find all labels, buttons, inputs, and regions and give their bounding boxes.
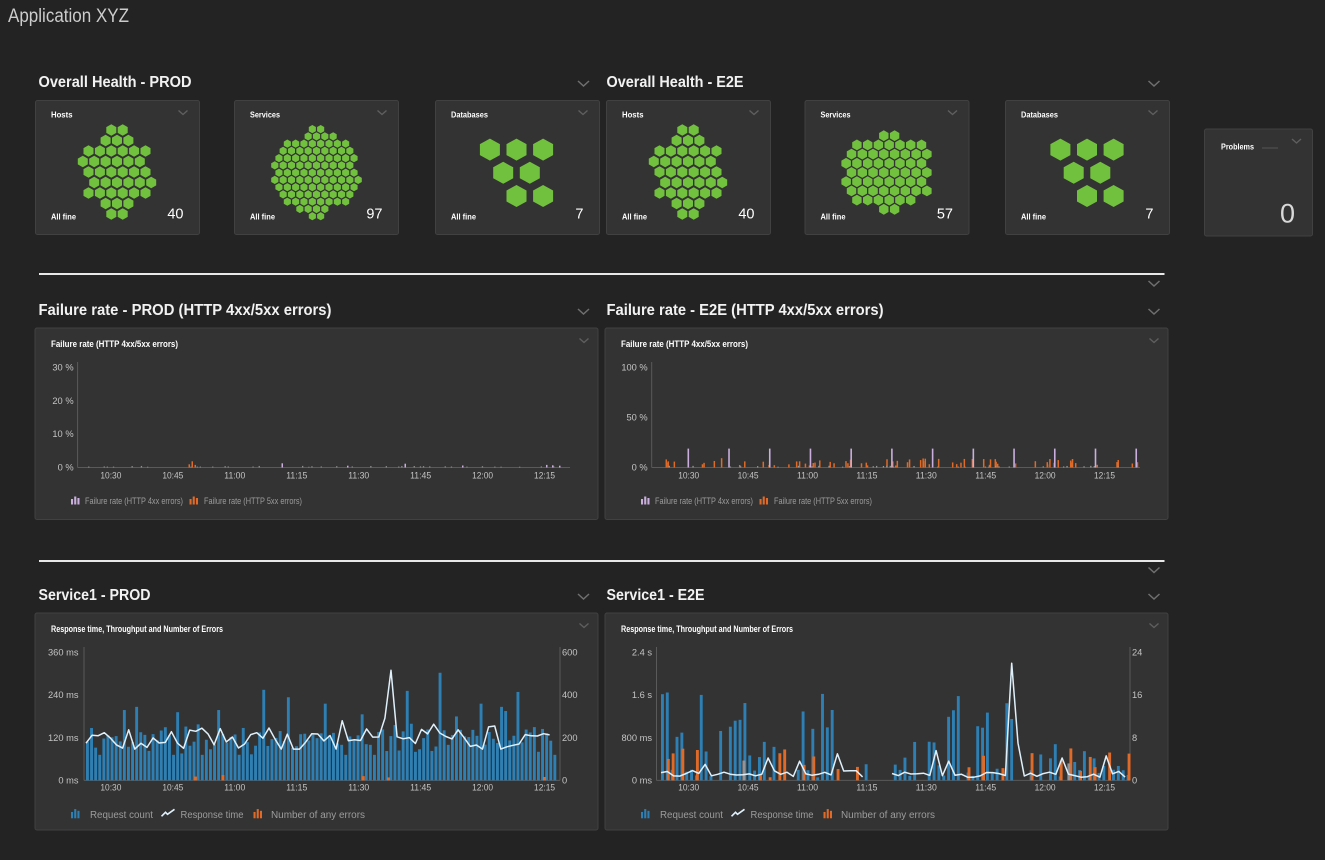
- svg-text:Request count: Request count: [90, 810, 153, 821]
- svg-text:800 ms: 800 ms: [622, 733, 653, 743]
- svg-text:10:45: 10:45: [738, 471, 759, 481]
- svg-text:Service1 - PROD: Service1 - PROD: [39, 587, 151, 604]
- svg-text:12:15: 12:15: [1094, 783, 1115, 793]
- svg-text:12:15: 12:15: [534, 471, 555, 481]
- svg-text:16: 16: [1132, 690, 1142, 700]
- svg-text:57: 57: [937, 207, 953, 223]
- svg-text:Services: Services: [250, 110, 280, 120]
- svg-text:11:00: 11:00: [797, 471, 818, 481]
- svg-text:360 ms: 360 ms: [48, 648, 79, 658]
- svg-text:7: 7: [575, 207, 583, 223]
- svg-text:11:15: 11:15: [286, 471, 307, 481]
- svg-text:12:00: 12:00: [472, 783, 493, 793]
- svg-text:Hosts: Hosts: [622, 110, 644, 120]
- svg-text:12:15: 12:15: [534, 783, 555, 793]
- svg-text:10:45: 10:45: [162, 783, 183, 793]
- svg-text:10:30: 10:30: [100, 783, 121, 793]
- svg-text:11:00: 11:00: [224, 471, 245, 481]
- svg-text:11:15: 11:15: [286, 783, 307, 793]
- svg-text:All fine: All fine: [51, 212, 76, 222]
- svg-text:0: 0: [562, 775, 567, 785]
- svg-text:Service1 - E2E: Service1 - E2E: [607, 587, 705, 604]
- svg-text:Number of any errors: Number of any errors: [271, 810, 365, 821]
- svg-text:Response time: Response time: [181, 810, 245, 821]
- svg-text:11:15: 11:15: [856, 471, 877, 481]
- svg-text:11:45: 11:45: [975, 471, 996, 481]
- svg-text:7: 7: [1145, 207, 1153, 223]
- svg-text:2.4 s: 2.4 s: [632, 648, 653, 658]
- svg-text:All fine: All fine: [821, 212, 846, 222]
- svg-text:11:30: 11:30: [348, 471, 369, 481]
- svg-text:200: 200: [562, 733, 578, 743]
- svg-text:400: 400: [562, 690, 578, 700]
- svg-text:97: 97: [366, 207, 382, 223]
- svg-text:11:30: 11:30: [916, 783, 937, 793]
- svg-text:600: 600: [562, 648, 578, 658]
- svg-text:All fine: All fine: [451, 212, 476, 222]
- svg-text:Response time, Throughput and: Response time, Throughput and Number of …: [621, 624, 793, 634]
- svg-text:Databases: Databases: [451, 110, 488, 120]
- svg-text:All fine: All fine: [1021, 212, 1046, 222]
- svg-text:Failure rate (HTTP 5xx errors): Failure rate (HTTP 5xx errors): [774, 496, 872, 507]
- svg-text:Overall Health - PROD: Overall Health - PROD: [39, 74, 192, 91]
- svg-text:10:30: 10:30: [678, 471, 699, 481]
- svg-text:10:45: 10:45: [738, 783, 759, 793]
- svg-text:0 ms: 0 ms: [58, 775, 78, 785]
- svg-text:11:00: 11:00: [224, 783, 245, 793]
- svg-text:40: 40: [167, 207, 183, 223]
- svg-text:Databases: Databases: [1021, 110, 1058, 120]
- svg-text:Failure rate (HTTP 5xx errors): Failure rate (HTTP 5xx errors): [204, 496, 302, 507]
- svg-text:Number of any errors: Number of any errors: [841, 810, 935, 821]
- svg-text:8: 8: [1132, 733, 1137, 743]
- svg-text:10:45: 10:45: [162, 471, 183, 481]
- svg-text:11:00: 11:00: [797, 783, 818, 793]
- svg-text:10:30: 10:30: [678, 783, 699, 793]
- svg-text:Services: Services: [821, 110, 851, 120]
- svg-text:All fine: All fine: [622, 212, 647, 222]
- svg-text:Failure rate (HTTP 4xx errors): Failure rate (HTTP 4xx errors): [85, 496, 183, 507]
- svg-text:12:00: 12:00: [1035, 471, 1056, 481]
- svg-text:Response time: Response time: [751, 810, 815, 821]
- svg-text:11:30: 11:30: [348, 783, 369, 793]
- svg-text:12:00: 12:00: [472, 471, 493, 481]
- svg-text:24: 24: [1132, 648, 1142, 658]
- svg-text:12:15: 12:15: [1094, 471, 1115, 481]
- svg-text:Failure rate - PROD (HTTP 4xx/: Failure rate - PROD (HTTP 4xx/5xx errors…: [39, 302, 332, 319]
- svg-text:Failure rate (HTTP 4xx/5xx err: Failure rate (HTTP 4xx/5xx errors): [621, 339, 748, 349]
- svg-text:0 %: 0 %: [632, 463, 648, 473]
- svg-text:Overall Health - E2E: Overall Health - E2E: [607, 74, 744, 91]
- svg-text:11:45: 11:45: [410, 471, 431, 481]
- svg-text:0: 0: [1132, 775, 1137, 785]
- svg-text:50 %: 50 %: [626, 413, 647, 423]
- svg-text:Problems: Problems: [1221, 142, 1254, 152]
- svg-text:0 %: 0 %: [58, 463, 74, 473]
- svg-text:240 ms: 240 ms: [48, 690, 79, 700]
- svg-text:12:00: 12:00: [1035, 783, 1056, 793]
- svg-text:30 %: 30 %: [52, 363, 73, 373]
- svg-text:11:15: 11:15: [856, 783, 877, 793]
- svg-text:All fine: All fine: [250, 212, 275, 222]
- svg-text:0: 0: [1280, 199, 1295, 229]
- svg-text:10 %: 10 %: [52, 429, 73, 439]
- svg-text:Request count: Request count: [660, 810, 723, 821]
- svg-text:20 %: 20 %: [52, 396, 73, 406]
- svg-text:Failure rate (HTTP 4xx/5xx err: Failure rate (HTTP 4xx/5xx errors): [51, 339, 178, 349]
- svg-text:11:45: 11:45: [410, 783, 431, 793]
- svg-text:Application XYZ: Application XYZ: [8, 6, 129, 27]
- svg-text:100 %: 100 %: [621, 363, 647, 373]
- svg-text:0 ms: 0 ms: [632, 775, 652, 785]
- svg-text:11:30: 11:30: [916, 471, 937, 481]
- svg-text:120 ms: 120 ms: [48, 733, 79, 743]
- svg-text:Response time, Throughput and: Response time, Throughput and Number of …: [51, 624, 223, 634]
- svg-text:Hosts: Hosts: [51, 110, 73, 120]
- svg-text:40: 40: [738, 207, 754, 223]
- svg-text:10:30: 10:30: [100, 471, 121, 481]
- svg-text:Failure rate (HTTP 4xx errors): Failure rate (HTTP 4xx errors): [655, 496, 753, 507]
- svg-text:1.6 s: 1.6 s: [632, 690, 653, 700]
- svg-text:11:45: 11:45: [975, 783, 996, 793]
- svg-text:Failure rate - E2E (HTTP 4xx/5: Failure rate - E2E (HTTP 4xx/5xx errors): [607, 302, 884, 319]
